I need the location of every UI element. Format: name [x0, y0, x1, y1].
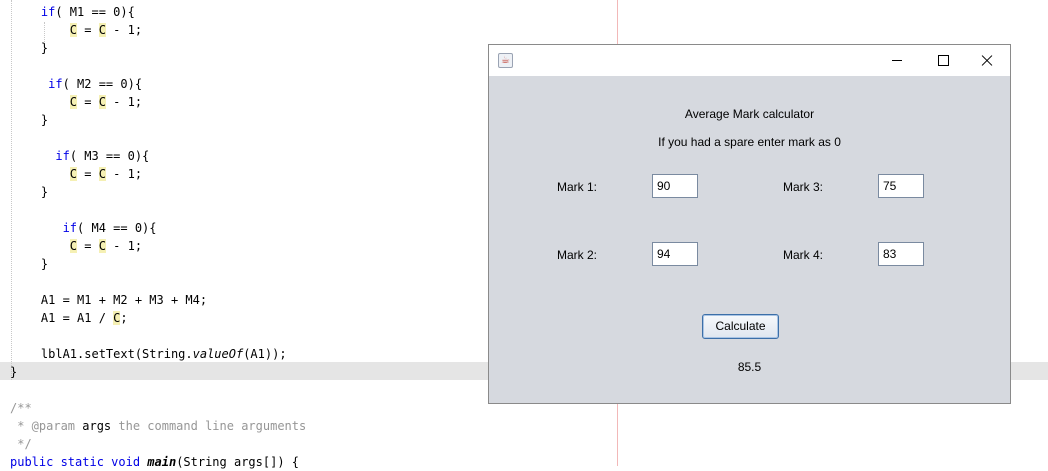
mark4-label: Mark 4: [783, 248, 824, 262]
code-line: A1 = A1 / C; [12, 311, 128, 325]
code-line: C = C - 1; [69, 239, 143, 253]
mark4-field[interactable]: 83 [878, 242, 924, 266]
maximize-button[interactable] [920, 45, 966, 76]
code-line: } [12, 41, 49, 55]
mark2-label: Mark 2: [557, 248, 598, 262]
code-line: } [12, 257, 49, 271]
code-line: } [12, 185, 49, 199]
maximize-icon [937, 55, 949, 66]
code-line: } [10, 365, 18, 379]
window-heading: Average Mark calculator [684, 107, 815, 121]
code-comment: /** [10, 401, 32, 415]
code-line: A1 = M1 + M2 + M3 + M4; [12, 293, 208, 307]
close-icon [981, 55, 993, 67]
calculate-button[interactable]: Calculate [702, 314, 779, 339]
code-line: public static void main(String args[]) { [10, 455, 300, 469]
close-button[interactable] [964, 45, 1010, 76]
code-line: if( M2 == 0){ [48, 77, 143, 91]
code-line: lblA1.setText(String.valueOf(A1)); [12, 347, 287, 361]
minimize-icon [892, 60, 902, 61]
minimize-button[interactable] [874, 45, 920, 76]
mark1-label: Mark 1: [557, 180, 598, 194]
window-subheading: If you had a spare enter mark as 0 [658, 135, 841, 149]
java-app-icon[interactable]: ☕ [498, 53, 513, 68]
window-titlebar[interactable]: ☕ [489, 45, 1010, 76]
mark1-field[interactable]: 90 [652, 174, 698, 198]
code-line: if( M4 == 0){ [62, 221, 157, 235]
code-line: C = C - 1; [69, 95, 143, 109]
code-comment: * @param args the command line arguments [10, 419, 307, 433]
mark3-field[interactable]: 75 [878, 174, 924, 198]
code-line: if( M3 == 0){ [55, 149, 150, 163]
average-result-label: 85.5 [737, 360, 762, 374]
code-line: } [12, 113, 49, 127]
code-line: C = C - 1; [69, 167, 143, 181]
average-calculator-window: ☕ Average Mark calculator If you had a s… [488, 44, 1011, 404]
mark2-field[interactable]: 94 [652, 242, 698, 266]
code-line: C = C - 1; [69, 23, 143, 37]
code-line: if( M1 == 0){ [40, 5, 135, 19]
code-comment: */ [10, 437, 32, 451]
mark3-label: Mark 3: [783, 180, 824, 194]
